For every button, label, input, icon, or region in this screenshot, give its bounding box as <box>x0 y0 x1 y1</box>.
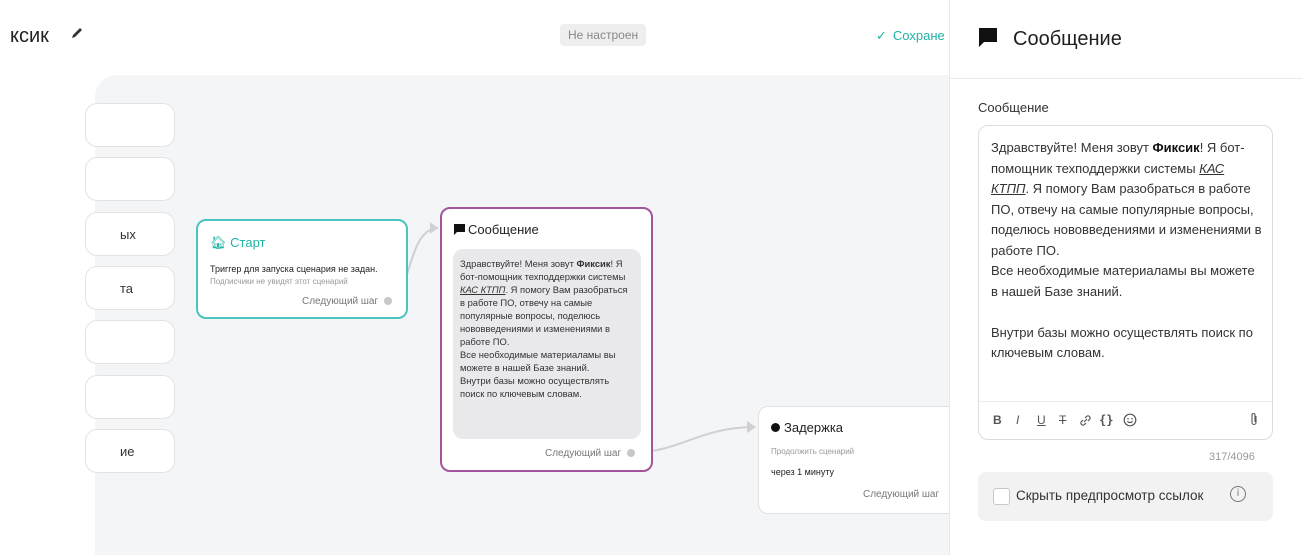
start-node-title: 🏠︎ Старт <box>210 235 266 250</box>
delay-node-caption: Продолжить сценарий <box>771 447 855 456</box>
delay-node-duration: через 1 минуту <box>771 467 835 477</box>
delay-node-title: Задержка <box>771 420 843 435</box>
home-icon: 🏠︎ <box>210 235 227 250</box>
underline-button[interactable]: U <box>1037 413 1046 427</box>
start-node[interactable]: 🏠︎ Старт Триггер для запуска сценария не… <box>196 219 408 319</box>
message-settings-panel: Сообщение Сообщение Здравствуйте! Меня з… <box>949 0 1302 555</box>
start-node-subscribers-text: Подписчики не увидят этот сценарий <box>210 277 348 286</box>
info-icon[interactable]: i <box>1230 486 1246 502</box>
link-icon[interactable] <box>1079 414 1092 427</box>
editor-toolbar: B I U T {} <box>979 401 1272 440</box>
next-step-handle[interactable]: Следующий шаг <box>302 296 393 307</box>
message-node-title: Сообщение <box>454 222 539 237</box>
hide-link-preview-label[interactable]: Скрыть предпросмотр ссылок <box>1016 488 1203 503</box>
bold-button[interactable]: B <box>993 413 1002 427</box>
message-textarea[interactable]: Здравствуйте! Меня зовут Фиксик! Я бот-п… <box>991 138 1263 364</box>
italic-button[interactable]: I <box>1016 413 1019 427</box>
delay-node[interactable]: Задержка Продолжить сценарий через 1 мин… <box>758 406 958 514</box>
hide-link-preview-option[interactable]: Скрыть предпросмотр ссылок i <box>978 472 1273 521</box>
message-preview: Здравствуйте! Меня зовут Фиксик! Я бот-п… <box>453 249 641 439</box>
delay-icon <box>771 423 780 432</box>
hide-link-preview-checkbox[interactable] <box>993 488 1010 505</box>
panel-title: Сообщение <box>1013 28 1122 50</box>
next-step-handle[interactable]: Следующий шаг <box>863 489 939 500</box>
message-editor[interactable]: Здравствуйте! Меня зовут Фиксик! Я бот-п… <box>978 125 1273 440</box>
attach-icon[interactable] <box>1249 412 1259 427</box>
connector-dot[interactable] <box>384 297 393 305</box>
char-counter: 317/4096 <box>1209 451 1255 463</box>
start-node-trigger-text: Триггер для запуска сценария не задан. <box>210 264 378 274</box>
message-icon <box>979 28 997 47</box>
next-step-handle[interactable]: Следующий шаг <box>545 448 636 459</box>
connector-dot[interactable] <box>627 449 636 457</box>
message-icon <box>454 224 465 235</box>
variables-button[interactable]: {} <box>1099 413 1113 427</box>
emoji-icon[interactable] <box>1123 413 1137 427</box>
message-node[interactable]: Сообщение Здравствуйте! Меня зовут Фикси… <box>440 207 653 472</box>
message-field-label: Сообщение <box>978 100 1049 115</box>
strikethrough-button[interactable]: T <box>1059 413 1066 427</box>
panel-header: Сообщение <box>950 0 1302 79</box>
